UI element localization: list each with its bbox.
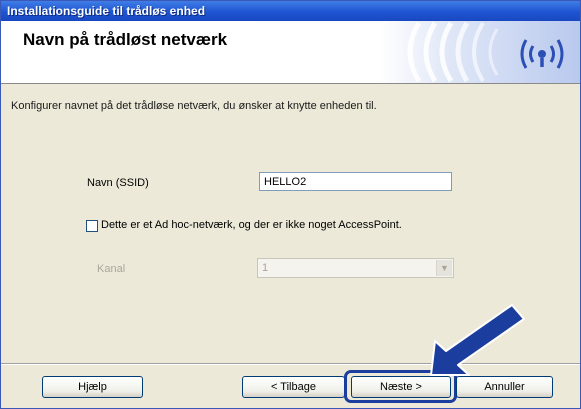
pointer-arrow-icon (430, 304, 525, 376)
help-button[interactable]: Hjælp (42, 376, 143, 398)
channel-label: Kanal (97, 263, 126, 275)
window-title: Installationsguide til trådløs enhed (1, 1, 580, 21)
wizard-window: Installationsguide til trådløs enhed Nav… (0, 0, 581, 409)
ssid-input[interactable] (259, 172, 452, 191)
header-banner: Navn på trådløst netværk (1, 21, 580, 84)
instruction-text: Konfigurer navnet på det trådløse netvær… (11, 100, 377, 112)
ssid-label: Navn (SSID) (87, 177, 149, 189)
channel-value: 1 (262, 262, 269, 274)
page-title: Navn på trådløst netværk (23, 30, 228, 49)
channel-select: 1 ▼ (257, 258, 454, 278)
wireless-signal-icon (379, 21, 580, 83)
adhoc-checkbox-label[interactable]: Dette er et Ad hoc-netværk, og der er ik… (101, 219, 402, 231)
back-button[interactable]: < Tilbage (242, 376, 345, 398)
chevron-down-icon: ▼ (436, 260, 452, 276)
adhoc-checkbox[interactable] (86, 220, 98, 232)
